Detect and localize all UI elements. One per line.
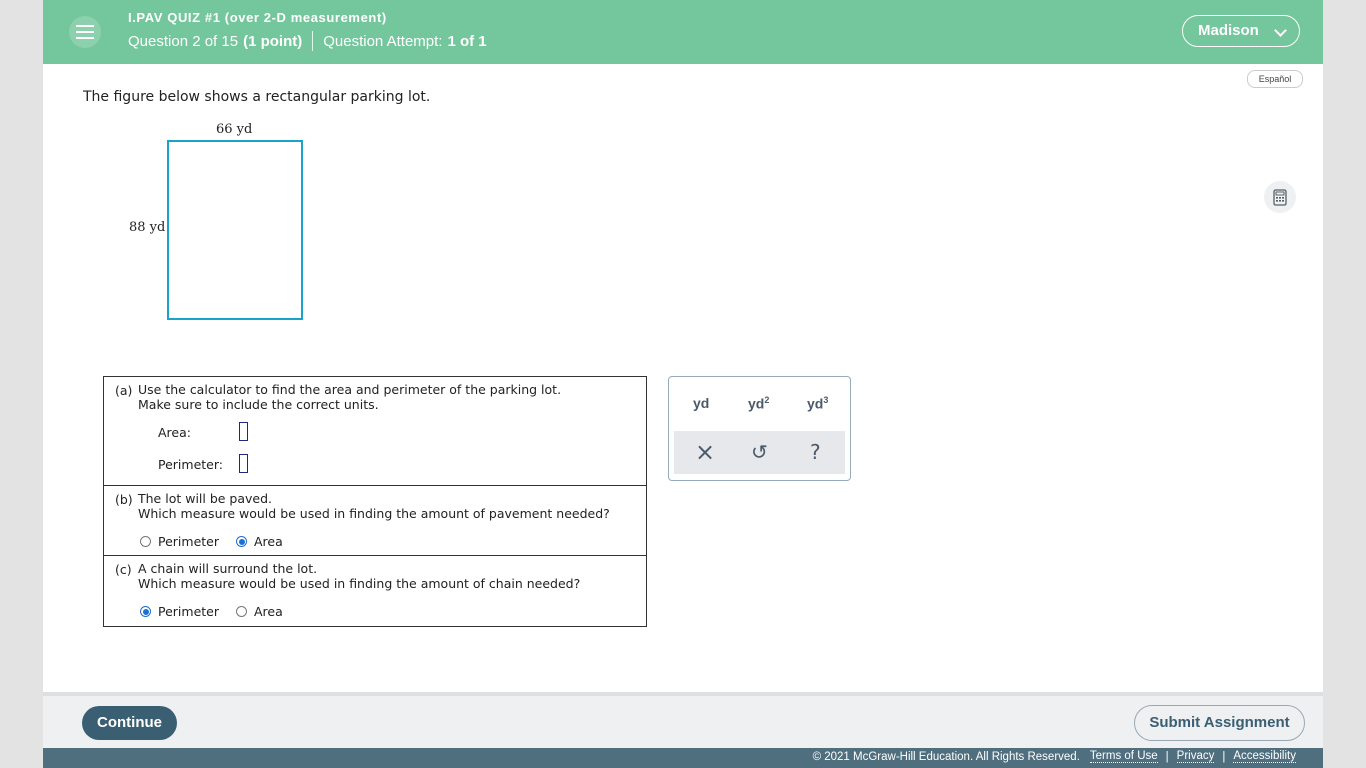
attempt-label: Question Attempt: xyxy=(323,32,443,50)
part-c-perimeter-radio[interactable] xyxy=(140,606,151,617)
legal-bar: © 2021 McGraw-Hill Education. All Rights… xyxy=(43,748,1323,768)
undo-icon[interactable]: ↺ xyxy=(751,440,768,464)
part-b-text: The lot will be paved. Which measure wou… xyxy=(138,491,610,521)
part-b-area-label: Area xyxy=(254,534,283,549)
legal-links: © 2021 McGraw-Hill Education. All Rights… xyxy=(813,750,1296,763)
clear-icon[interactable]: × xyxy=(695,438,715,466)
menu-button[interactable] xyxy=(69,16,101,48)
perimeter-label: Perimeter: xyxy=(158,457,223,472)
copyright-text: © 2021 McGraw-Hill Education. All Rights… xyxy=(812,750,1080,763)
part-a-text: Use the calculator to find the area and … xyxy=(138,382,561,412)
legal-divider: | xyxy=(1165,750,1169,763)
units-palette: yd yd2 yd3 × ↺ ? xyxy=(668,376,851,481)
parking-lot-rectangle xyxy=(167,140,303,320)
chevron-down-icon xyxy=(1274,24,1287,37)
terms-of-use-link[interactable]: Terms of Use xyxy=(1089,750,1158,763)
menu-icon-bar xyxy=(76,25,94,27)
spanish-language-button[interactable]: Español xyxy=(1247,70,1303,88)
part-c-text: A chain will surround the lot. Which mea… xyxy=(138,561,580,591)
footer-bar: Continue Submit Assignment xyxy=(43,692,1323,748)
part-c-tag: (c) xyxy=(115,562,132,577)
header-divider xyxy=(312,31,314,51)
part-c: (c) A chain will surround the lot. Which… xyxy=(104,556,646,626)
attempt-value: 1 of 1 xyxy=(447,32,487,50)
calculator-icon xyxy=(1273,189,1287,206)
unit-yd-button[interactable]: yd xyxy=(693,395,709,411)
perimeter-input[interactable] xyxy=(239,454,248,473)
part-b-area-radio[interactable] xyxy=(236,536,247,547)
part-a-line2: Make sure to include the correct units. xyxy=(138,397,379,412)
part-b-line1: The lot will be paved. xyxy=(138,491,273,506)
palette-tools: × ↺ ? xyxy=(674,431,845,474)
unit-yd3-base: yd xyxy=(807,395,824,412)
app-window: I.PAV QUIZ #1 (over 2-D measurement) Que… xyxy=(43,0,1323,768)
area-input[interactable] xyxy=(239,422,248,441)
part-b-option-perimeter[interactable]: Perimeter xyxy=(140,534,219,549)
part-b-line2: Which measure would be used in finding t… xyxy=(138,506,610,521)
unit-yd2-exponent: 2 xyxy=(764,395,770,405)
part-a: (a) Use the calculator to find the area … xyxy=(104,377,646,486)
part-c-area-radio[interactable] xyxy=(236,606,247,617)
part-c-option-area[interactable]: Area xyxy=(236,604,283,619)
part-c-perimeter-label: Perimeter xyxy=(158,604,219,619)
user-name: Madison xyxy=(1198,22,1259,39)
area-label: Area: xyxy=(158,425,191,440)
question-number: Question 2 of 15 xyxy=(128,32,239,50)
part-b-perimeter-radio[interactable] xyxy=(140,536,151,547)
part-a-line1: Use the calculator to find the area and … xyxy=(138,382,562,397)
quiz-header: I.PAV QUIZ #1 (over 2-D measurement) Que… xyxy=(43,0,1323,64)
part-b-tag: (b) xyxy=(115,492,133,507)
question-info: Question 2 of 15 (1 point) Question Atte… xyxy=(128,31,487,51)
unit-yd2-base: yd xyxy=(748,395,765,412)
accessibility-link[interactable]: Accessibility xyxy=(1233,750,1296,763)
unit-yd2-button[interactable]: yd2 xyxy=(748,395,769,412)
figure-width-label: 66 yd xyxy=(216,122,253,137)
part-c-option-perimeter[interactable]: Perimeter xyxy=(140,604,219,619)
question-parts-box: (a) Use the calculator to find the area … xyxy=(103,376,647,627)
submit-assignment-button[interactable]: Submit Assignment xyxy=(1134,705,1305,741)
part-b: (b) The lot will be paved. Which measure… xyxy=(104,486,646,556)
part-c-line2: Which measure would be used in finding t… xyxy=(138,576,581,591)
part-c-line1: A chain will surround the lot. xyxy=(138,561,318,576)
help-icon[interactable]: ? xyxy=(810,440,821,464)
question-points: (1 point) xyxy=(243,32,303,50)
part-a-tag: (a) xyxy=(115,383,133,398)
part-c-area-label: Area xyxy=(254,604,283,619)
legal-divider: | xyxy=(1222,750,1226,763)
menu-icon-bar xyxy=(76,37,94,39)
menu-icon-bar xyxy=(76,31,94,33)
part-b-perimeter-label: Perimeter xyxy=(158,534,219,549)
privacy-link[interactable]: Privacy xyxy=(1176,750,1215,763)
part-b-option-area[interactable]: Area xyxy=(236,534,283,549)
unit-yd3-exponent: 3 xyxy=(823,395,829,405)
question-intro: The figure below shows a rectangular par… xyxy=(83,89,431,105)
quiz-title: I.PAV QUIZ #1 (over 2-D measurement) xyxy=(128,10,387,25)
user-menu-button[interactable]: Madison xyxy=(1182,15,1300,47)
unit-yd3-button[interactable]: yd3 xyxy=(807,395,828,412)
continue-button[interactable]: Continue xyxy=(82,706,177,740)
calculator-button[interactable] xyxy=(1264,181,1296,213)
figure-height-label: 88 yd xyxy=(129,220,166,235)
